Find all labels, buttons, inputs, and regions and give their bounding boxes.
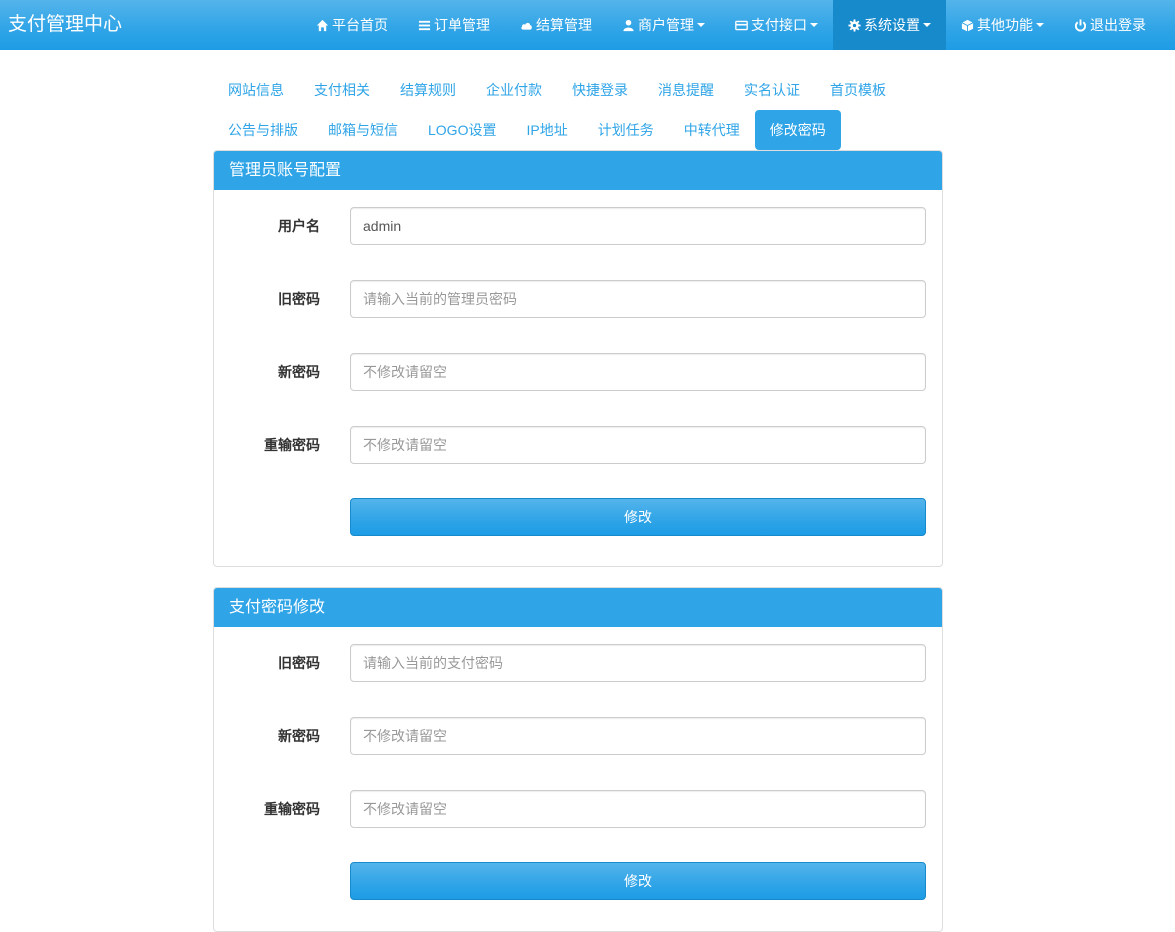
tab-row-2: 公告与排版 邮箱与短信 LOGO设置 IP地址 计划任务 中转代理 修改密码 (213, 110, 943, 150)
nav-item-label: 退出登录 (1090, 17, 1146, 33)
confirm-password-label: 重输密码 (264, 437, 320, 453)
pay-submit-button[interactable]: 修改 (350, 862, 926, 900)
caret-down-icon (1036, 23, 1044, 27)
gear-icon (848, 18, 861, 32)
tab-payment-related[interactable]: 支付相关 (299, 70, 385, 110)
tab-email-sms[interactable]: 邮箱与短信 (313, 110, 413, 150)
username-row: 用户名 (214, 207, 942, 245)
old-password-input[interactable] (350, 280, 926, 318)
nav-item-other-functions[interactable]: 其他功能 (946, 0, 1059, 50)
tab-logo-settings[interactable]: LOGO设置 (413, 110, 511, 150)
new-password-input[interactable] (350, 353, 926, 391)
settings-tabs: 网站信息 支付相关 结算规则 企业付款 快捷登录 消息提醒 实名认证 首页模板 … (213, 70, 943, 150)
tab-settlement-rules[interactable]: 结算规则 (385, 70, 471, 110)
nav-item-label: 结算管理 (536, 17, 592, 33)
username-label: 用户名 (278, 218, 320, 234)
nav-item-label: 支付接口 (751, 17, 807, 33)
list-icon (418, 20, 431, 30)
tab-scheduled-tasks[interactable]: 计划任务 (583, 110, 669, 150)
tab-site-info[interactable]: 网站信息 (213, 70, 299, 110)
pay-old-password-label: 旧密码 (278, 655, 320, 671)
nav-item-label: 其他功能 (977, 17, 1033, 33)
tab-announcement-layout[interactable]: 公告与排版 (213, 110, 313, 150)
nav-item-settlement[interactable]: 结算管理 (505, 0, 607, 50)
caret-down-icon (810, 23, 818, 27)
tab-row-1: 网站信息 支付相关 结算规则 企业付款 快捷登录 消息提醒 实名认证 首页模板 (213, 70, 943, 110)
payment-password-panel: 支付密码修改 旧密码 新密码 重输密码 修改 (213, 587, 943, 932)
panel-title: 支付密码修改 (214, 588, 942, 627)
nav-item-payment-interface[interactable]: 支付接口 (720, 0, 833, 50)
nav-item-label: 商户管理 (638, 17, 694, 33)
pay-confirm-password-label: 重输密码 (264, 801, 320, 817)
cube-icon (961, 19, 974, 32)
old-password-row: 旧密码 (214, 280, 942, 318)
confirm-password-input[interactable] (350, 426, 926, 464)
caret-down-icon (697, 23, 705, 27)
nav-item-label: 系统设置 (864, 17, 920, 33)
new-password-label: 新密码 (278, 364, 320, 380)
tab-enterprise-payment[interactable]: 企业付款 (471, 70, 557, 110)
credit-card-icon (735, 20, 748, 30)
top-navbar: 支付管理中心 平台首页 订单管理 结算管理 商户管理 支付接口 系统设置 其他功… (0, 0, 1175, 50)
pay-confirm-password-input[interactable] (350, 790, 926, 828)
tab-homepage-template[interactable]: 首页模板 (815, 70, 901, 110)
nav-item-merchants[interactable]: 商户管理 (607, 0, 720, 50)
home-icon (316, 19, 329, 31)
pay-old-password-input[interactable] (350, 644, 926, 682)
cloud-icon (521, 22, 532, 30)
submit-row: 修改 (214, 498, 942, 536)
nav-item-logout[interactable]: 退出登录 (1059, 0, 1161, 50)
pay-new-password-label: 新密码 (278, 728, 320, 744)
user-icon (623, 19, 634, 31)
new-password-row: 新密码 (214, 353, 942, 391)
caret-down-icon (923, 23, 931, 27)
main-nav: 平台首页 订单管理 结算管理 商户管理 支付接口 系统设置 其他功能 退出登录 (301, 0, 1161, 50)
tab-relay-proxy[interactable]: 中转代理 (669, 110, 755, 150)
tab-quick-login[interactable]: 快捷登录 (557, 70, 643, 110)
username-input[interactable] (350, 207, 926, 245)
tab-notifications[interactable]: 消息提醒 (643, 70, 729, 110)
nav-item-orders[interactable]: 订单管理 (403, 0, 505, 50)
tab-ip-address[interactable]: IP地址 (511, 110, 582, 150)
tab-change-password[interactable]: 修改密码 (754, 110, 841, 150)
nav-item-system-settings[interactable]: 系统设置 (833, 0, 946, 50)
nav-item-label: 订单管理 (434, 17, 490, 33)
power-icon (1074, 18, 1087, 31)
pay-submit-row: 修改 (214, 862, 942, 900)
admin-submit-button[interactable]: 修改 (350, 498, 926, 536)
tab-real-name-auth[interactable]: 实名认证 (729, 70, 815, 110)
nav-item-home[interactable]: 平台首页 (301, 0, 403, 50)
old-password-label: 旧密码 (278, 291, 320, 307)
admin-account-panel: 管理员账号配置 用户名 旧密码 新密码 重输密码 修改 (213, 150, 943, 567)
confirm-password-row: 重输密码 (214, 426, 942, 464)
nav-item-label: 平台首页 (332, 17, 388, 33)
pay-old-password-row: 旧密码 (214, 644, 942, 682)
pay-confirm-password-row: 重输密码 (214, 790, 942, 828)
pay-new-password-row: 新密码 (214, 717, 942, 755)
pay-new-password-input[interactable] (350, 717, 926, 755)
brand-title[interactable]: 支付管理中心 (0, 0, 122, 50)
panel-title: 管理员账号配置 (214, 151, 942, 190)
